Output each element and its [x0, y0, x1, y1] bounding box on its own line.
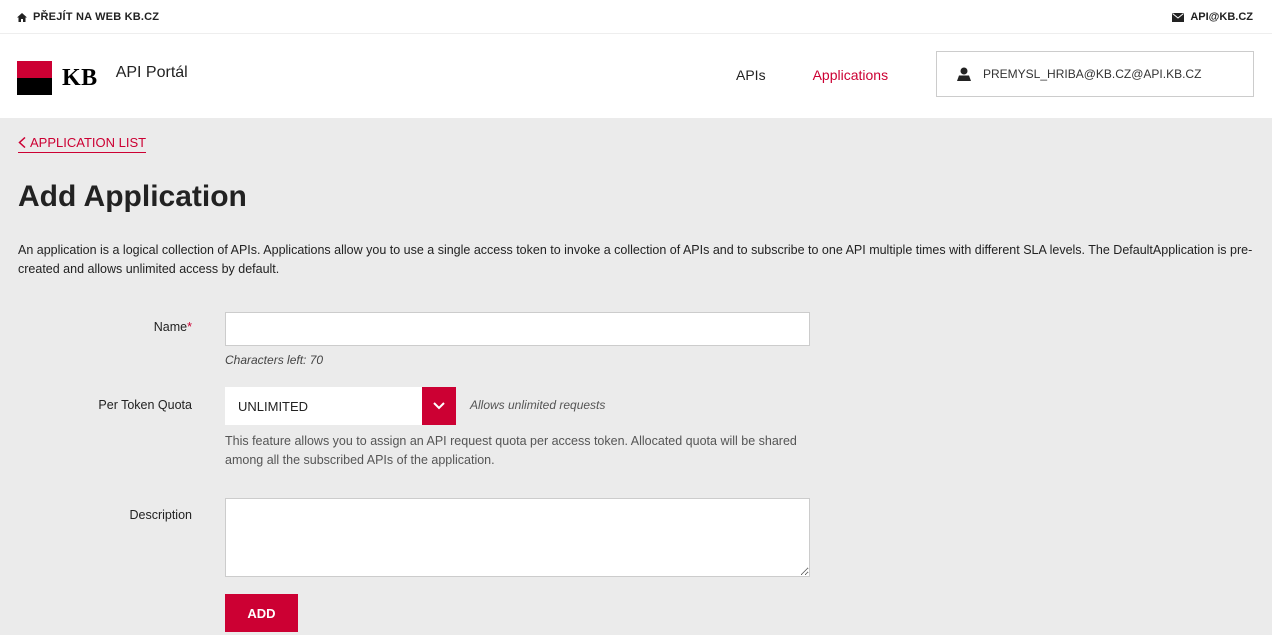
required-mark: *	[187, 320, 192, 334]
quota-dropdown-button[interactable]	[422, 387, 456, 425]
user-email: PREMYSL_HRIBA@KB.CZ@API.KB.CZ	[983, 67, 1202, 81]
intro-text: An application is a logical collection o…	[18, 243, 1253, 276]
add-button[interactable]: ADD	[225, 594, 298, 632]
nav-apis[interactable]: APIs	[736, 67, 766, 83]
user-icon	[957, 67, 971, 81]
email-link-label: API@KB.CZ	[1190, 11, 1253, 23]
name-input[interactable]	[225, 312, 810, 346]
logo[interactable]: KB API Portál	[17, 61, 188, 95]
page-title: Add Application	[18, 180, 247, 213]
name-label: Name*	[42, 320, 192, 334]
quota-selected-value: UNLIMITED	[238, 398, 309, 414]
nav-applications[interactable]: Applications	[813, 67, 889, 83]
top-utility-bar: PŘEJÍT NA WEB KB.CZ API@KB.CZ	[0, 0, 1272, 34]
description-label: Description	[129, 508, 192, 522]
home-web-link-label: PŘEJÍT NA WEB KB.CZ	[33, 11, 160, 23]
characters-left: Characters left: 70	[225, 353, 324, 367]
main-header: KB API Portál APIs Applications PREMYSL_…	[0, 34, 1272, 118]
back-to-application-list[interactable]: APPLICATION LIST	[18, 135, 147, 153]
back-link-label: APPLICATION LIST	[30, 135, 147, 150]
home-icon	[17, 12, 27, 22]
portal-name: API Portál	[115, 64, 188, 81]
quota-help-text: This feature allows you to assign an API…	[225, 434, 797, 467]
mail-icon	[1172, 12, 1185, 22]
quota-hint: Allows unlimited requests	[470, 398, 606, 412]
description-input[interactable]	[225, 498, 810, 577]
quota-label: Per Token Quota	[98, 398, 192, 412]
name-label-text: Name	[153, 320, 188, 334]
quota-select[interactable]: UNLIMITED	[225, 387, 456, 425]
chevron-down-icon	[433, 402, 445, 410]
email-link[interactable]: API@KB.CZ	[1172, 11, 1253, 23]
brand-name: KB	[62, 64, 98, 91]
main-nav: APIs Applications	[736, 67, 935, 83]
user-menu[interactable]: PREMYSL_HRIBA@KB.CZ@API.KB.CZ	[936, 51, 1254, 97]
chevron-left-icon	[18, 137, 26, 148]
kb-logo-mark	[17, 61, 52, 95]
home-web-link[interactable]: PŘEJÍT NA WEB KB.CZ	[17, 11, 159, 23]
